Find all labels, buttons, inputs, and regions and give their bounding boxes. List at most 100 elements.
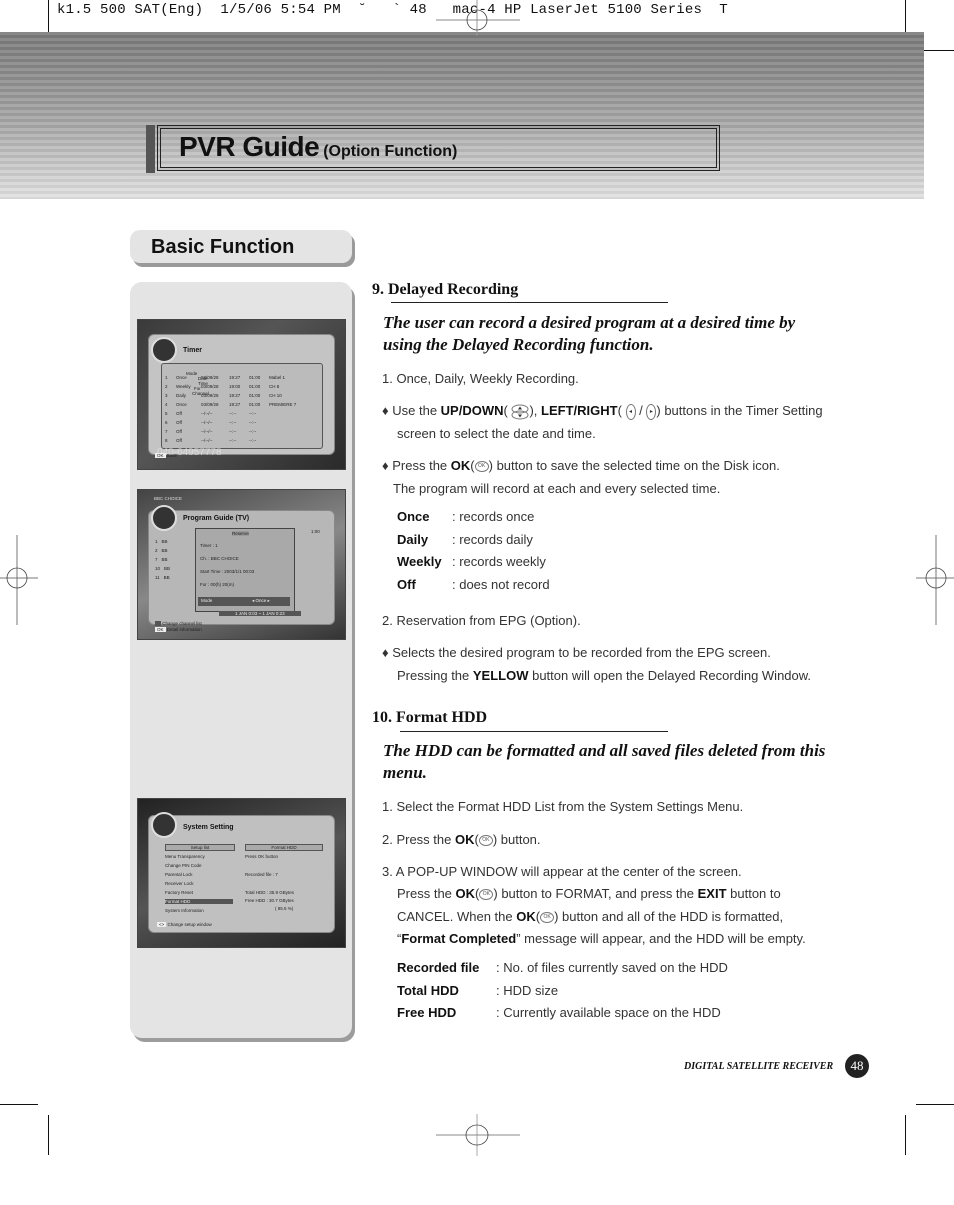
timer-cell: Once [176, 375, 187, 380]
epg-channel-row: 10 BB [155, 566, 170, 571]
registration-mark-right [916, 535, 954, 625]
ok-button-icon: OK [540, 912, 555, 924]
reserve-popup: Reserve Timer : 1 Ch. : BBC CHOICE Start T… [195, 528, 295, 612]
format-hdd-info: Total HDD : 35.9 GBytes [245, 890, 295, 895]
mode-description: : records daily [452, 531, 533, 547]
page-number: 48 [845, 1054, 869, 1078]
ok-button-icon: OK [474, 461, 489, 473]
field-description: : Currently available space on the HDD [496, 1005, 721, 1020]
section9-underline [391, 302, 668, 303]
epg-channel-row: 2 BB [155, 548, 168, 553]
reserve-popup-line: Timer : 1 [200, 543, 218, 548]
epg-channel-number: 7 [155, 557, 158, 562]
mode-description: : records weekly [452, 554, 546, 570]
epg-top-label: BBC CHOICE [154, 496, 183, 501]
timer-cell: --/--/-- [201, 438, 213, 443]
header-band [0, 32, 924, 199]
epg-channel-number: 10 [155, 566, 161, 571]
timer-cell: 4 [165, 402, 168, 407]
reserve-popup-title: Reserve [232, 531, 249, 536]
epg-channel-prefix: BB [161, 548, 168, 553]
col-mode: Mode [186, 371, 198, 376]
timer-cell: PREMIERE 7 [269, 402, 297, 407]
setup-menu-item[interactable]: Parental Lock [165, 872, 233, 877]
title-accent-bar [146, 125, 155, 173]
timer-cell: --/--/-- [201, 429, 213, 434]
system-title: System Setting [183, 824, 234, 831]
section9-lead: The user can record a desired program at… [383, 313, 796, 354]
section9-item2: 2. Reservation from EPG (Option). [382, 613, 581, 628]
field-key: Free HDD [397, 1005, 457, 1020]
crop-mark [0, 1104, 38, 1105]
epg-time-range: 1 JAN 0:03 ~ 1 JAN 0:23 [219, 611, 301, 616]
timer-cell: 03/09/28 [201, 384, 219, 389]
epg-footer-2: OK Detail information [155, 627, 202, 632]
epg-channel-prefix: BB [164, 566, 171, 571]
format-hdd-info: Free HDD : 30.7 GBytes [245, 898, 294, 903]
section10-item3-line4: “Format Completed” message will appear, … [397, 931, 806, 946]
reserve-popup-line: Start Time : 2003/1/1 00:03 [200, 569, 255, 574]
crop-mark [48, 1115, 49, 1155]
mode-value[interactable]: ◂ Once ▸ [252, 598, 270, 604]
timer-cell: 01:00 [249, 375, 261, 380]
left-button-icon: ◂ [625, 403, 636, 420]
timer-cell: 1 [165, 375, 168, 380]
mode-key: Once [397, 509, 430, 524]
epg-channel-number: 2 [155, 548, 158, 553]
epg-channel-row: 7 BB [155, 557, 168, 562]
timer-cell: Daily [176, 393, 187, 398]
timer-cell: --:-- [249, 429, 257, 434]
setup-menu-item[interactable]: Factory Reset [165, 890, 233, 895]
format-hdd-header: Format HDD [245, 844, 323, 851]
setup-list-header: Setup list [165, 844, 235, 851]
section10-item3-line3: CANCEL. When the OK(OK) button and all o… [397, 909, 784, 924]
timer-cell: --:-- [229, 411, 237, 416]
reserve-popup-line: Ch. : BBC CHOICE [200, 556, 239, 561]
timer-cell: 8 [165, 438, 168, 443]
timer-cell: --:-- [249, 438, 257, 443]
mode-key: Off [397, 577, 416, 593]
timer-cell: 19:27 [229, 393, 241, 398]
up-down-button-icon [511, 404, 529, 420]
clock-logo-icon [151, 505, 177, 531]
page-title-main: PVR Guide [179, 131, 320, 162]
setup-menu-item[interactable]: Change PIN Code [165, 863, 233, 868]
timer-cell: 19:27 [229, 375, 241, 380]
registration-mark-bottom [436, 1114, 520, 1156]
epg-header-time: 1:00 [311, 529, 320, 534]
clock-logo-icon [151, 337, 177, 363]
mode-description: : records once [452, 509, 535, 524]
timer-cell: Off [176, 420, 182, 425]
timer-cell: 01:00 [249, 393, 261, 398]
section9-bullet3: ♦ Selects the desired program to be reco… [382, 645, 771, 660]
epg-channel-row: 11 BB [155, 575, 170, 580]
field-description: : No. of files currently saved on the HD… [496, 960, 728, 975]
setup-menu-item[interactable]: Menu Transparency [165, 854, 233, 859]
timer-cell: 2 [165, 384, 168, 389]
epg-channel-prefix: BB [163, 575, 170, 580]
timer-screenshot: Timer Mode Date Time For Channel 1 Once 03… [137, 319, 346, 470]
mode-description: : does not record [452, 577, 550, 593]
epg-channel-number: 1 [155, 539, 158, 544]
timer-cell: Off [176, 411, 182, 416]
epg-title: Program Guide (TV) [183, 515, 250, 522]
page-title: PVR Guide (Option Function) [179, 131, 457, 163]
section9-bullet2: ♦ Press the OK(OK) button to save the se… [382, 458, 780, 473]
ok-button-icon: OK [479, 889, 494, 901]
timer-cell: --:-- [229, 429, 237, 434]
timer-cell: Mabel 1 [269, 375, 286, 380]
setup-menu-item[interactable]: Receiver Lock [165, 881, 233, 886]
mode-key: Weekly [397, 554, 442, 570]
registration-mark-top [436, 0, 520, 36]
timer-cell: --/--/-- [201, 420, 213, 425]
timer-cell: 19:27 [229, 402, 241, 407]
timer-cell: 19:00 [229, 384, 241, 389]
registration-mark-left [0, 535, 38, 625]
field-key: Total HDD [397, 982, 459, 998]
system-setting-screenshot: System Setting Setup list Format HDD Men… [137, 798, 346, 948]
page-title-sub: (Option Function) [323, 143, 458, 160]
setup-menu-item[interactable]: Format HDD [165, 899, 233, 904]
setup-menu-item[interactable]: System Information [165, 908, 233, 913]
reserve-mode-row[interactable]: Mode ◂ Once ▸ [198, 597, 290, 606]
timer-cell: --:-- [249, 420, 257, 425]
